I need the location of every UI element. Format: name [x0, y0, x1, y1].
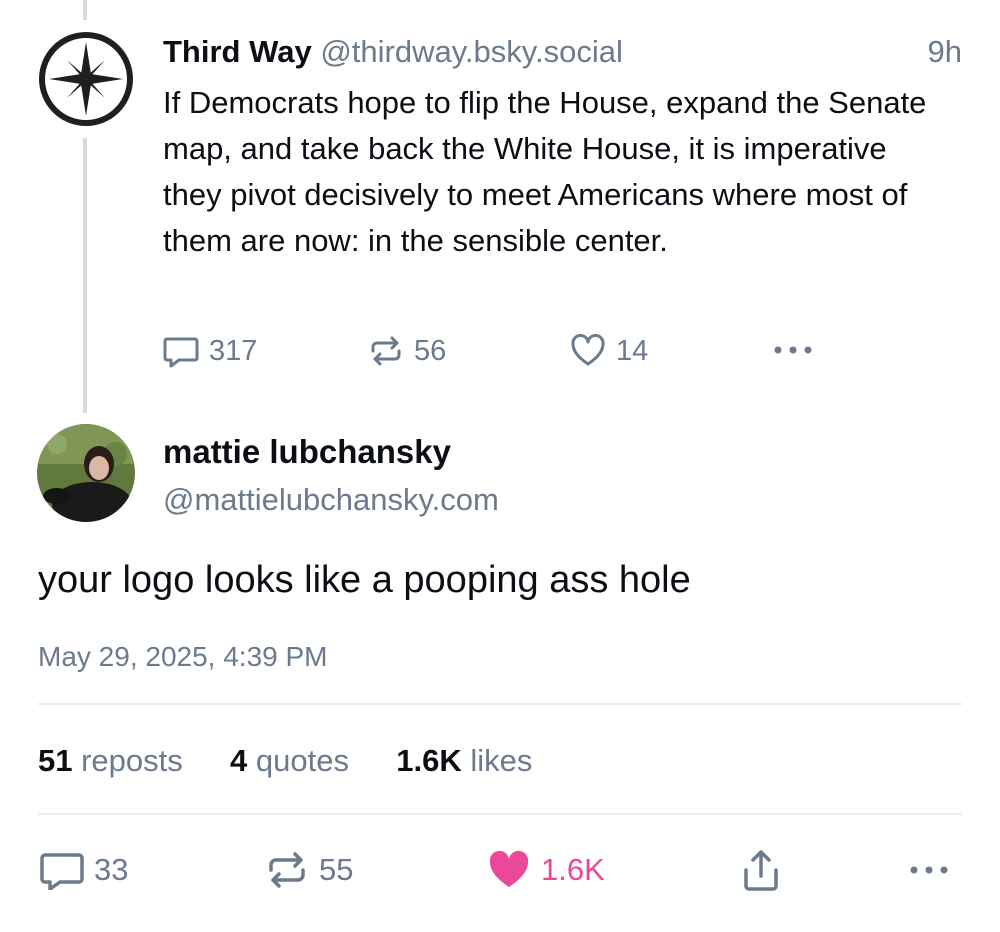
reposts-stat-count: 51: [38, 743, 73, 778]
heart-outline-icon: [571, 334, 605, 366]
repost-button[interactable]: 55: [265, 850, 353, 890]
reply-button[interactable]: 317: [163, 334, 257, 368]
ellipsis-icon: [774, 346, 812, 354]
post-text: your logo looks like a pooping ass hole: [38, 559, 691, 601]
post-time[interactable]: 9h: [928, 32, 962, 72]
reply-count: 33: [94, 852, 129, 887]
author-handle[interactable]: @thirdway.bsky.social: [320, 34, 623, 69]
repost-icon: [269, 852, 305, 888]
profile-photo: [37, 424, 135, 522]
share-button[interactable]: [740, 848, 782, 897]
likes-stat-count: 1.6K: [396, 743, 462, 778]
reply-bubble-icon: [40, 853, 84, 890]
like-button[interactable]: 1.6K: [487, 850, 605, 890]
author-name[interactable]: Third Way: [163, 34, 312, 69]
reposts-stat-label: reposts: [81, 743, 183, 778]
more-options-button[interactable]: [908, 860, 950, 885]
avatar-third-way[interactable]: [37, 30, 135, 128]
repost-count: 55: [319, 852, 354, 887]
post-text: If Democrats hope to flip the House, exp…: [163, 85, 927, 258]
parent-post-header: Third Way @thirdway.bsky.social: [163, 32, 623, 72]
likes-stat-label: likes: [470, 743, 533, 778]
reply-bubble-icon: [163, 337, 199, 368]
repost-button[interactable]: 56: [368, 334, 446, 368]
compass-star-icon: [39, 32, 133, 126]
reply-button[interactable]: 33: [40, 850, 128, 890]
more-options-button[interactable]: [772, 340, 814, 365]
like-count: 14: [616, 334, 649, 367]
post-stats: 51 reposts 4 quotes 1.6K likes: [38, 740, 532, 782]
likes-stat[interactable]: 1.6K likes: [396, 743, 532, 778]
like-count: 1.6K: [541, 852, 605, 887]
post-timestamp: May 29, 2025, 4:39 PM: [38, 641, 328, 672]
thread-line: [83, 138, 87, 413]
heart-filled-icon: [489, 850, 529, 887]
avatar-mattie[interactable]: [37, 424, 135, 522]
quotes-stat-count: 4: [230, 743, 248, 778]
thread-line-top: [83, 0, 87, 20]
repost-icon: [371, 336, 401, 366]
quotes-stat[interactable]: 4 quotes: [230, 743, 358, 778]
like-button[interactable]: 14: [570, 334, 648, 368]
reposts-stat[interactable]: 51 reposts: [38, 743, 191, 778]
author-handle[interactable]: @mattielubchansky.com: [163, 480, 499, 520]
quotes-stat-label: quotes: [255, 743, 349, 778]
divider: [38, 703, 962, 705]
ellipsis-icon: [910, 866, 948, 874]
reply-count: 317: [209, 334, 258, 367]
author-name[interactable]: mattie lubchansky: [163, 432, 451, 472]
share-icon: [744, 850, 778, 891]
repost-count: 56: [414, 334, 447, 367]
divider: [38, 813, 962, 815]
